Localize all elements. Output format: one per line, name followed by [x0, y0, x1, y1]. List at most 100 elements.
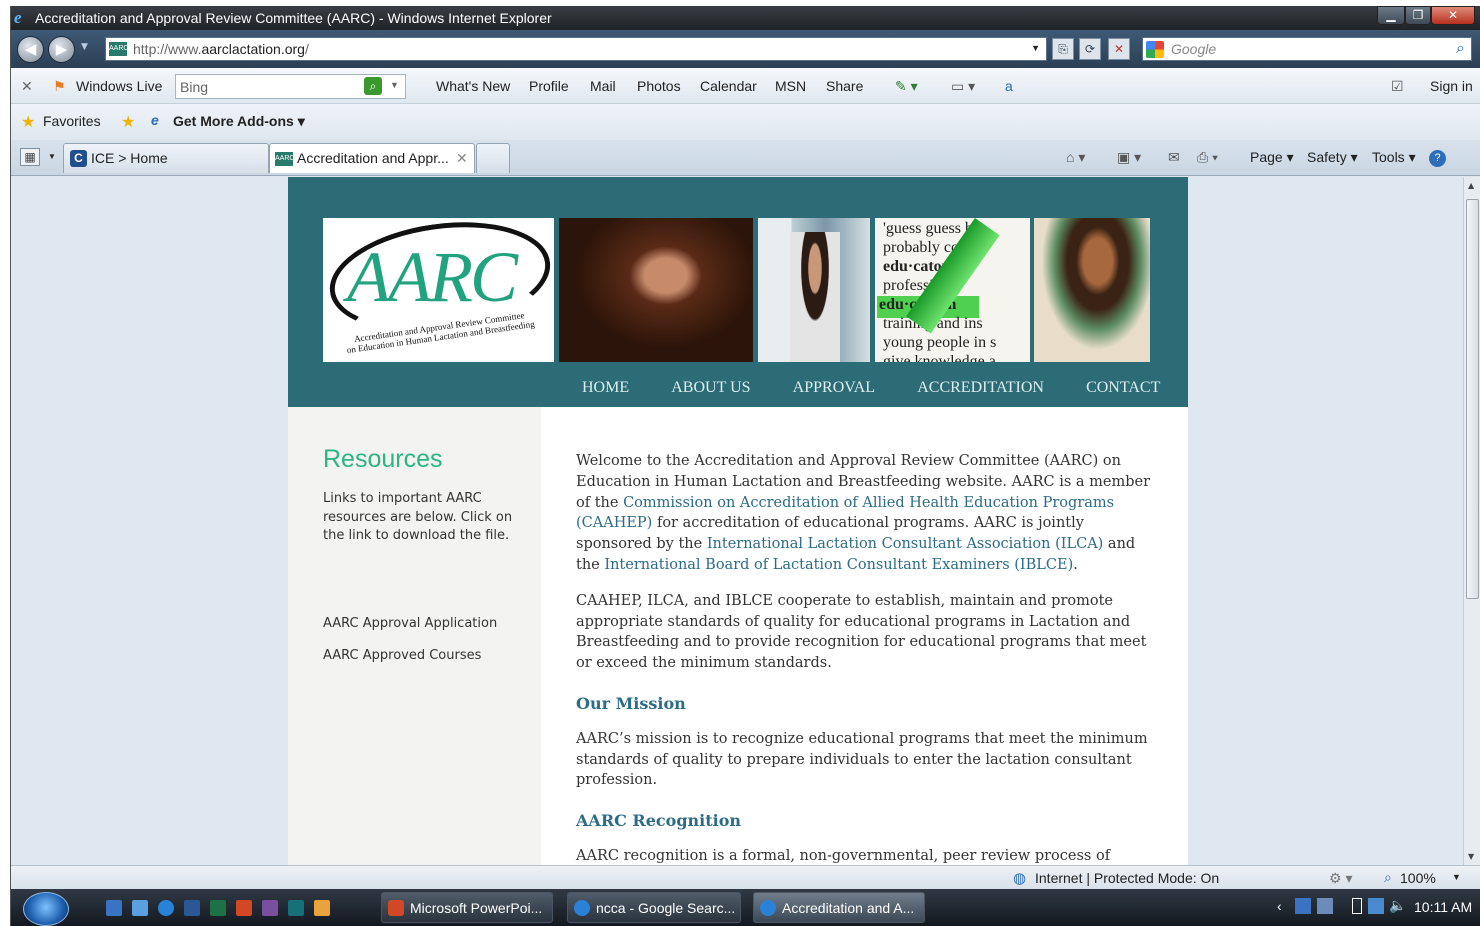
minimize-button[interactable]: ▁	[1377, 6, 1405, 25]
sign-in-link[interactable]: Sign in	[1430, 78, 1473, 94]
read-mail-icon[interactable]: ✉	[1168, 149, 1180, 166]
search-icon[interactable]: ⌕	[1456, 40, 1465, 58]
help-icon[interactable]: ?	[1429, 150, 1446, 167]
safety-menu[interactable]: Safety ▾	[1307, 149, 1358, 166]
scroll-up-icon[interactable]: ▲	[1468, 181, 1474, 190]
close-button[interactable]: ✕	[1431, 6, 1475, 25]
vertical-scrollbar[interactable]: ▲ ▼	[1463, 177, 1480, 865]
wl-link-photos[interactable]: Photos	[637, 78, 681, 94]
checkbox-icon[interactable]: ☑	[1391, 78, 1404, 95]
clock[interactable]: 10:11 AM	[1414, 899, 1472, 915]
tools-menu[interactable]: Tools ▾	[1372, 149, 1416, 166]
tab-ice-home[interactable]: C ICE > Home	[63, 143, 269, 173]
quick-tabs-icon[interactable]: ▦	[20, 148, 40, 166]
mother-baby-photo	[1034, 218, 1150, 362]
page-menu[interactable]: Page ▾	[1250, 149, 1294, 166]
print-icon[interactable]: ⎙ ▾	[1197, 149, 1218, 166]
zoom-dropdown-icon[interactable]: ▼	[1452, 872, 1461, 882]
favorites-button[interactable]: Favorites	[43, 113, 101, 129]
translate-icon[interactable]: a	[1005, 78, 1013, 94]
tray-expand-icon[interactable]: ‹	[1277, 898, 1282, 914]
window-icon[interactable]: ▭ ▾	[951, 78, 975, 95]
url-field[interactable]: AARC http://www.aarclactation.org/ ▼	[105, 37, 1047, 61]
approval-application-link[interactable]: AARC Approval Application	[323, 616, 497, 631]
refresh-icon[interactable]: ⟳	[1079, 38, 1101, 60]
nav-contact[interactable]: CONTACT	[1086, 379, 1160, 397]
history-dropdown-icon[interactable]: ▼	[81, 42, 88, 52]
wl-link-whats-new[interactable]: What's New	[436, 78, 510, 94]
powerpoint-quicklaunch-icon[interactable]	[236, 900, 252, 916]
get-more-addons-button[interactable]: Get More Add-ons ▾	[173, 113, 305, 130]
protected-mode-icon[interactable]: ⚙ ▾	[1329, 870, 1352, 887]
search-placeholder: Google	[1171, 41, 1217, 57]
start-button[interactable]	[23, 892, 69, 926]
wireless-tray-icon[interactable]	[1368, 898, 1384, 914]
wl-link-share[interactable]: Share	[826, 78, 863, 94]
windows-live-toolbar: ✕ ⚑ Windows Live Bing ⌕ ▼ What's New Pro…	[11, 68, 1480, 104]
ilca-link[interactable]: International Lactation Consultant Assoc…	[707, 536, 1104, 552]
bing-go-icon[interactable]: ⌕	[364, 77, 382, 95]
home-icon[interactable]: ⌂ ▾	[1066, 149, 1085, 166]
publisher-quicklaunch-icon[interactable]	[288, 900, 304, 916]
taskbar-powerpoint[interactable]: Microsoft PowerPoi...	[381, 892, 553, 923]
excel-quicklaunch-icon[interactable]	[210, 900, 226, 916]
main-content: Welcome to the Accreditation and Approva…	[576, 451, 1156, 865]
back-button[interactable]: ◀	[17, 36, 44, 63]
search-field[interactable]: Google ⌕	[1142, 37, 1472, 61]
aarc-logo[interactable]: AARC Accreditation and Approval Review C…	[322, 209, 558, 362]
wl-link-mail[interactable]: Mail	[590, 78, 616, 94]
nav-accreditation[interactable]: ACCREDITATION	[917, 379, 1044, 397]
tab-accreditation[interactable]: AARC Accreditation and Appr... ✕	[269, 143, 475, 173]
new-tab-button[interactable]	[476, 143, 510, 173]
taskbar-google-search[interactable]: ncca - Google Searc...	[567, 892, 741, 923]
scroll-down-icon[interactable]: ▼	[1468, 852, 1474, 861]
site-header: AARC Accreditation and Approval Review C…	[288, 177, 1188, 407]
wl-link-profile[interactable]: Profile	[529, 78, 569, 94]
windows-live-label[interactable]: Windows Live	[76, 78, 162, 94]
url-dropdown-icon[interactable]: ▼	[1031, 43, 1040, 53]
resources-sidebar: Resources Links to important AARC resour…	[288, 407, 541, 865]
add-favorite-icon[interactable]: ★	[121, 112, 135, 132]
show-desktop-icon[interactable]	[106, 900, 122, 916]
network-tray-icon[interactable]	[1295, 898, 1311, 914]
aarc-site: AARC Accreditation and Approval Review C…	[288, 177, 1188, 865]
ie-icon	[574, 900, 590, 916]
taskbar: Microsoft PowerPoi... ncca - Google Sear…	[11, 889, 1480, 926]
stop-icon[interactable]: ✕	[1108, 38, 1130, 60]
tab-list-dropdown-icon[interactable]: ▼	[48, 152, 56, 161]
notebook-quicklaunch-icon[interactable]	[262, 900, 278, 916]
compatibility-icon[interactable]: ⎘	[1052, 38, 1074, 60]
forward-button[interactable]: ▶	[48, 36, 75, 63]
word-quicklaunch-icon[interactable]	[184, 900, 200, 916]
zone-status[interactable]: Internet | Protected Mode: On	[1035, 870, 1219, 886]
battery-tray-icon[interactable]	[1352, 898, 1362, 914]
display-tray-icon[interactable]	[1317, 898, 1333, 914]
wl-link-msn[interactable]: MSN	[775, 78, 806, 94]
logo-wordmark: AARC	[347, 237, 518, 317]
tab-close-icon[interactable]: ✕	[456, 150, 468, 167]
nav-approval[interactable]: APPROVAL	[793, 379, 875, 397]
zoom-icon[interactable]: ⌕	[1384, 869, 1392, 886]
blog-icon[interactable]: ✎ ▾	[895, 78, 918, 95]
powerpoint-icon	[388, 900, 404, 916]
nav-about-us[interactable]: ABOUT US	[671, 379, 750, 397]
ie-quicklaunch-icon[interactable]	[158, 900, 174, 916]
ie-icon	[760, 900, 776, 916]
iblce-link[interactable]: International Board of Lactation Consult…	[604, 557, 1073, 573]
switch-windows-icon[interactable]	[132, 900, 148, 916]
taskbar-accreditation[interactable]: Accreditation and A...	[753, 892, 925, 923]
scroll-thumb[interactable]	[1466, 199, 1479, 599]
favorites-star-icon[interactable]: ★	[21, 112, 35, 132]
zoom-level[interactable]: 100%	[1400, 870, 1436, 886]
bing-search-input[interactable]: Bing ⌕ ▼	[175, 74, 406, 99]
approved-courses-link[interactable]: AARC Approved Courses	[323, 648, 481, 663]
addons-ie-icon: e	[151, 112, 159, 128]
outlook-quicklaunch-icon[interactable]	[314, 900, 330, 916]
feeds-icon[interactable]: ▣ ▾	[1117, 149, 1141, 166]
toolbar-close-icon[interactable]: ✕	[21, 78, 33, 95]
nav-home[interactable]: HOME	[582, 379, 629, 397]
volume-tray-icon[interactable]: 🔈	[1389, 897, 1406, 914]
wl-link-calendar[interactable]: Calendar	[700, 78, 757, 94]
bing-dropdown-icon[interactable]: ▼	[390, 80, 399, 90]
restore-button[interactable]: ❐	[1405, 6, 1431, 25]
